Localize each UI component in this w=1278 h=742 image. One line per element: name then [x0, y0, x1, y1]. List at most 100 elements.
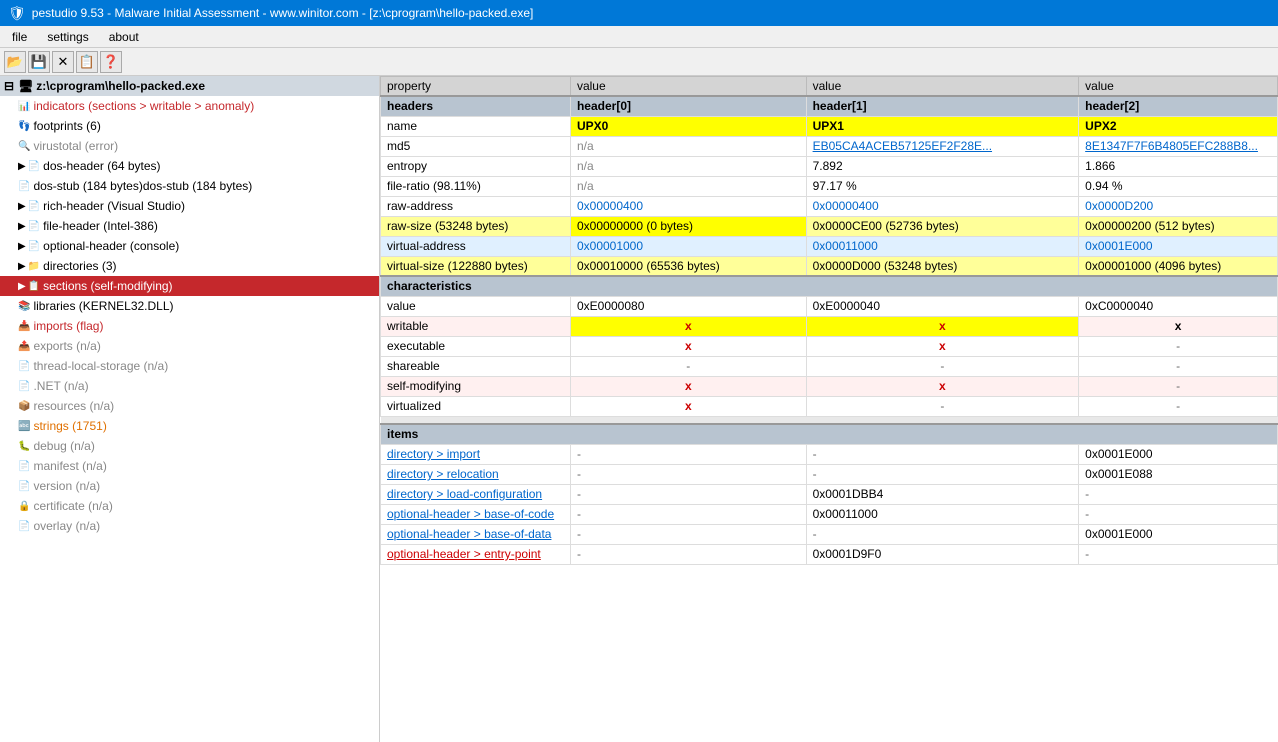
- property-cell: name: [381, 116, 571, 136]
- value0-cell: x: [570, 316, 806, 336]
- sidebar-item-label: footprints (6): [33, 119, 100, 133]
- property-cell[interactable]: directory > import: [381, 444, 571, 464]
- sidebar-item-indicators[interactable]: 📊 indicators (sections > writable > anom…: [0, 96, 379, 116]
- value2-cell: UPX2: [1079, 116, 1278, 136]
- tree-item-icon: 📄: [28, 241, 40, 252]
- sidebar-item-exports[interactable]: 📤 exports (n/a): [0, 336, 379, 356]
- value0-cell: n/a: [570, 156, 806, 176]
- property-cell: writable: [381, 316, 571, 336]
- sidebar-item-label: sections (self-modifying): [43, 279, 172, 293]
- sidebar-item-label: directories (3): [43, 259, 116, 273]
- value1-cell[interactable]: EB05CA4ACEB57125EF2F28E...: [806, 136, 1079, 156]
- tree-item-icon: 📄: [18, 181, 30, 192]
- value0-cell: x: [570, 376, 806, 396]
- value1-cell: x: [806, 376, 1079, 396]
- sidebar-item-label: virustotal (error): [33, 139, 118, 153]
- value2-cell: -: [1079, 484, 1278, 504]
- sidebar-item-debug[interactable]: 🐛 debug (n/a): [0, 436, 379, 456]
- value1-cell: -: [806, 396, 1079, 416]
- value0-cell: 0x00010000 (65536 bytes): [570, 256, 806, 276]
- sidebar-item-rich-header[interactable]: ▶ 📄 rich-header (Visual Studio): [0, 196, 379, 216]
- value1-cell: 7.892: [806, 156, 1079, 176]
- open-button[interactable]: 📂: [4, 51, 26, 73]
- value1-cell: 0xE0000040: [806, 296, 1079, 316]
- sidebar-item-label: debug (n/a): [33, 439, 94, 453]
- property-cell[interactable]: optional-header > entry-point: [381, 544, 571, 564]
- property-cell: virtual-size (122880 bytes): [381, 256, 571, 276]
- tree-item-icon: 📄: [18, 361, 30, 372]
- value0-cell: 0x00001000: [570, 236, 806, 256]
- value1-cell: -: [806, 524, 1079, 544]
- property-cell[interactable]: optional-header > base-of-code: [381, 504, 571, 524]
- table-row: directory > relocation - - 0x0001E088: [381, 464, 1278, 484]
- value0-cell: -: [570, 356, 806, 376]
- value1-cell: UPX1: [806, 116, 1079, 136]
- property-cell: value: [381, 296, 571, 316]
- property-cell[interactable]: directory > load-configuration: [381, 484, 571, 504]
- sidebar-item-version[interactable]: 📄 version (n/a): [0, 476, 379, 496]
- value2-cell[interactable]: 8E1347F7F6B4805EFC288B8...: [1079, 136, 1278, 156]
- tree-item-icon: 📄: [28, 221, 40, 232]
- sidebar-item-label: imports (flag): [33, 319, 103, 333]
- value1-cell: -: [806, 464, 1079, 484]
- table-row: optional-header > base-of-data - - 0x000…: [381, 524, 1278, 544]
- sidebar-item-strings[interactable]: 🔤 strings (1751): [0, 416, 379, 436]
- tree-root-icon: 🖥: [18, 79, 33, 93]
- sidebar-item-directories[interactable]: ▶ 📁 directories (3): [0, 256, 379, 276]
- table-row: entropy n/a 7.892 1.866: [381, 156, 1278, 176]
- sidebar-item-imports[interactable]: 📥 imports (flag): [0, 316, 379, 336]
- sidebar-item-dos-stub[interactable]: 📄 dos-stub (184 bytes) dos-stub (184 byt…: [0, 176, 379, 196]
- table-row: executable x x -: [381, 336, 1278, 356]
- property-cell[interactable]: optional-header > base-of-data: [381, 524, 571, 544]
- expand-icon: ▶: [18, 281, 26, 292]
- property-cell[interactable]: directory > relocation: [381, 464, 571, 484]
- sidebar-item-dos-header[interactable]: ▶ 📄 dos-header (64 bytes): [0, 156, 379, 176]
- sidebar-item-dotnet[interactable]: 📄 .NET (n/a): [0, 376, 379, 396]
- tree-item-icon: 📦: [18, 401, 30, 412]
- property-cell: virtualized: [381, 396, 571, 416]
- property-cell: file-ratio (98.11%): [381, 176, 571, 196]
- expand-icon: ▶: [18, 161, 26, 172]
- close-button[interactable]: ✕: [52, 51, 74, 73]
- sidebar-item-manifest[interactable]: 📄 manifest (n/a): [0, 456, 379, 476]
- menu-settings[interactable]: settings: [39, 28, 96, 46]
- sidebar-item-thread-local[interactable]: 📄 thread-local-storage (n/a): [0, 356, 379, 376]
- menu-file[interactable]: file: [4, 28, 35, 46]
- sidebar-item-resources[interactable]: 📦 resources (n/a): [0, 396, 379, 416]
- value1-cell: -: [806, 356, 1079, 376]
- window-title: pestudio 9.53 - Malware Initial Assessme…: [32, 6, 534, 20]
- value2-cell: -: [1079, 504, 1278, 524]
- sidebar-item-libraries[interactable]: 📚 libraries (KERNEL32.DLL): [0, 296, 379, 316]
- value0-cell: -: [570, 544, 806, 564]
- value0-cell: n/a: [570, 136, 806, 156]
- sidebar-item-label: thread-local-storage (n/a): [33, 359, 168, 373]
- save-button[interactable]: 💾: [28, 51, 50, 73]
- value1-cell: 0x00011000: [806, 504, 1079, 524]
- tree-item-icon: 📋: [28, 281, 40, 292]
- sidebar-item-optional-header[interactable]: ▶ 📄 optional-header (console): [0, 236, 379, 256]
- toolbar: 📂 💾 ✕ 📋 ❓: [0, 48, 1278, 76]
- table-row: value 0xE0000080 0xE0000040 0xC0000040: [381, 296, 1278, 316]
- value1-cell: x: [806, 316, 1079, 336]
- copy-button[interactable]: 📋: [76, 51, 98, 73]
- table-row: writable x x x: [381, 316, 1278, 336]
- sidebar-item-virustotal[interactable]: 🔍 virustotal (error): [0, 136, 379, 156]
- sidebar-item-footprints[interactable]: 👣 footprints (6): [0, 116, 379, 136]
- tree-item-icon: 📥: [18, 321, 30, 332]
- tree-root[interactable]: ⊟ 🖥 z:\cprogram\hello-packed.exe: [0, 76, 379, 96]
- section-label: characteristics: [381, 276, 1278, 296]
- table-row: directory > import - - 0x0001E000: [381, 444, 1278, 464]
- value1-cell: 0x0001DBB4: [806, 484, 1079, 504]
- menu-about[interactable]: about: [101, 28, 147, 46]
- help-button[interactable]: ❓: [100, 51, 122, 73]
- subheader-1: header[1]: [806, 96, 1079, 116]
- sidebar-item-overlay[interactable]: 📄 overlay (n/a): [0, 516, 379, 536]
- sidebar-item-certificate[interactable]: 🔒 certificate (n/a): [0, 496, 379, 516]
- property-cell: executable: [381, 336, 571, 356]
- col-value0-header: value: [570, 77, 806, 97]
- sidebar-item-file-header[interactable]: ▶ 📄 file-header (Intel-386): [0, 216, 379, 236]
- tree-item-icon: 👣: [18, 121, 30, 132]
- sidebar-item-label: version (n/a): [33, 479, 100, 493]
- expand-icon: ▶: [18, 241, 26, 252]
- sidebar-item-sections[interactable]: ▶ 📋 sections (self-modifying): [0, 276, 379, 296]
